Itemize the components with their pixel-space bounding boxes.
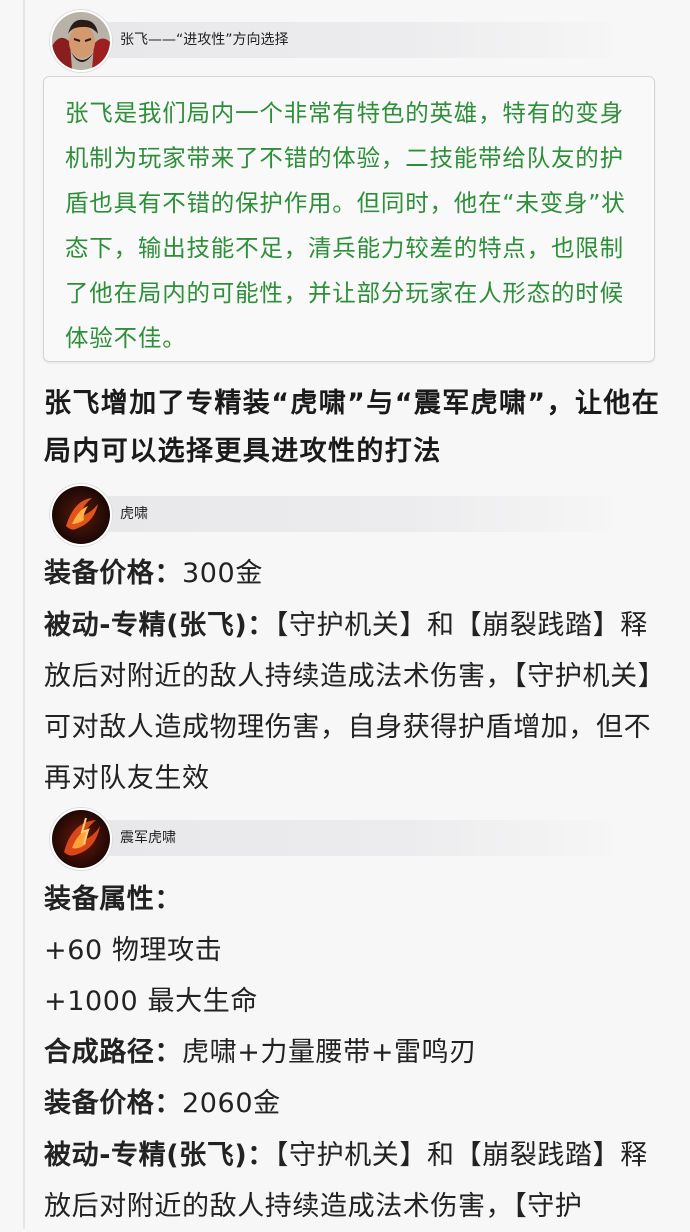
huxiao-item-icon <box>50 484 112 546</box>
intro-quote-text: 张飞是我们局内一个非常有特色的英雄，特有的变身机制为玩家带来了不错的体验，二技能… <box>65 99 626 352</box>
item1-header: 虎啸 <box>50 484 610 546</box>
item2-recipe-label: 合成路径： <box>44 1037 182 1068</box>
item1-passive-label: 被动-专精(张飞)： <box>44 610 275 641</box>
section-title: 张飞——“进攻性”方向选择 <box>120 32 289 48</box>
item2-name: 震军虎啸 <box>120 830 176 846</box>
item2-attr-label: 装备属性： <box>44 874 674 926</box>
zhenjun-huxiao-item-icon <box>50 808 112 870</box>
left-divider <box>23 0 25 1229</box>
item2-passive: 被动-专精(张飞)：【守护机关】和【崩裂践踏】释放后对附近的敌人持续造成法术伤害… <box>44 1130 674 1232</box>
zhangfei-hero-portrait-icon <box>50 10 112 72</box>
item2-price-line: 装备价格：2060金 <box>44 1078 674 1130</box>
item2-attr1: +60 物理攻击 <box>44 935 223 966</box>
item2-passive-label: 被动-专精(张飞)： <box>44 1140 275 1171</box>
item1-price-value: 300金 <box>182 558 263 589</box>
item1-passive: 被动-专精(张飞)：【守护机关】和【崩裂践踏】释放后对附近的敌人持续造成法术伤害… <box>44 600 674 804</box>
item2-recipe-line: 合成路径：虎啸+力量腰带+雷鸣刃 <box>44 1027 674 1079</box>
item2-recipe-value: 虎啸+力量腰带+雷鸣刃 <box>182 1037 477 1068</box>
hero-header: 张飞——“进攻性”方向选择 <box>50 10 610 72</box>
item2-attr2: +1000 最大生命 <box>44 986 258 1017</box>
item1-name: 虎啸 <box>120 506 148 522</box>
header-bar <box>94 496 610 532</box>
item2-header: 震军虎啸 <box>50 808 610 870</box>
item1-price-label: 装备价格： <box>44 558 182 589</box>
item2-price-label: 装备价格： <box>44 1088 182 1119</box>
headline: 张飞增加了专精装“虎啸”与“震军虎啸”，让他在局内可以选择更具进攻性的打法 <box>44 388 661 467</box>
intro-quote-box: 张飞是我们局内一个非常有特色的英雄，特有的变身机制为玩家带来了不错的体验，二技能… <box>43 76 655 362</box>
item1-price-line: 装备价格：300金 <box>44 548 674 600</box>
item2-price-value: 2060金 <box>182 1088 281 1119</box>
item2-attr-label-text: 装备属性： <box>44 884 182 915</box>
